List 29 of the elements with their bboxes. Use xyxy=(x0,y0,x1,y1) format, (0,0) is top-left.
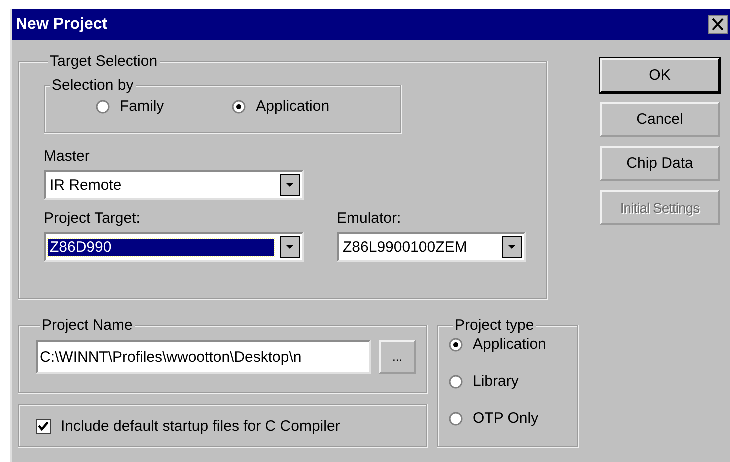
checkbox[interactable] xyxy=(36,418,51,434)
dropdown[interactable]: Z86L9900100ZEM xyxy=(337,232,526,262)
radio-button[interactable] xyxy=(232,100,246,114)
group-title: Selection by xyxy=(51,78,135,94)
checkbox-label[interactable]: Include default startup files for C Compiler xyxy=(61,418,340,434)
group-title: Project type xyxy=(454,318,536,334)
dialog-button[interactable]: OK xyxy=(600,58,720,93)
group-title: Target Selection xyxy=(49,54,159,70)
radio-label[interactable]: Library xyxy=(473,373,519,390)
radio-label[interactable]: Application xyxy=(473,336,546,353)
radio-label[interactable]: Family xyxy=(120,98,164,115)
dropdown[interactable]: Z86D990 xyxy=(44,232,304,262)
dropdown[interactable]: IR Remote xyxy=(44,170,304,200)
radio-button[interactable] xyxy=(96,100,110,114)
window-title: New Project xyxy=(16,16,108,34)
radio-label[interactable]: Application xyxy=(256,98,330,115)
input-field[interactable]: C:\WINNT\Profiles\wwootton\Desktop\n xyxy=(36,340,371,374)
radio-label[interactable]: OTP Only xyxy=(473,410,539,427)
field-label: Project Target: xyxy=(44,210,142,227)
radio-button[interactable] xyxy=(449,374,463,388)
dialog-button[interactable]: Cancel xyxy=(600,102,720,137)
dialog-button[interactable]: Chip Data xyxy=(600,146,720,181)
group-title: Project Name xyxy=(41,318,134,334)
field-label: Emulator: xyxy=(337,210,402,227)
field-label: Master xyxy=(44,148,91,165)
browse-button[interactable]: ... xyxy=(379,340,416,374)
radio-button[interactable] xyxy=(449,338,463,352)
radio-button[interactable] xyxy=(449,412,463,426)
close-icon[interactable] xyxy=(708,15,728,34)
